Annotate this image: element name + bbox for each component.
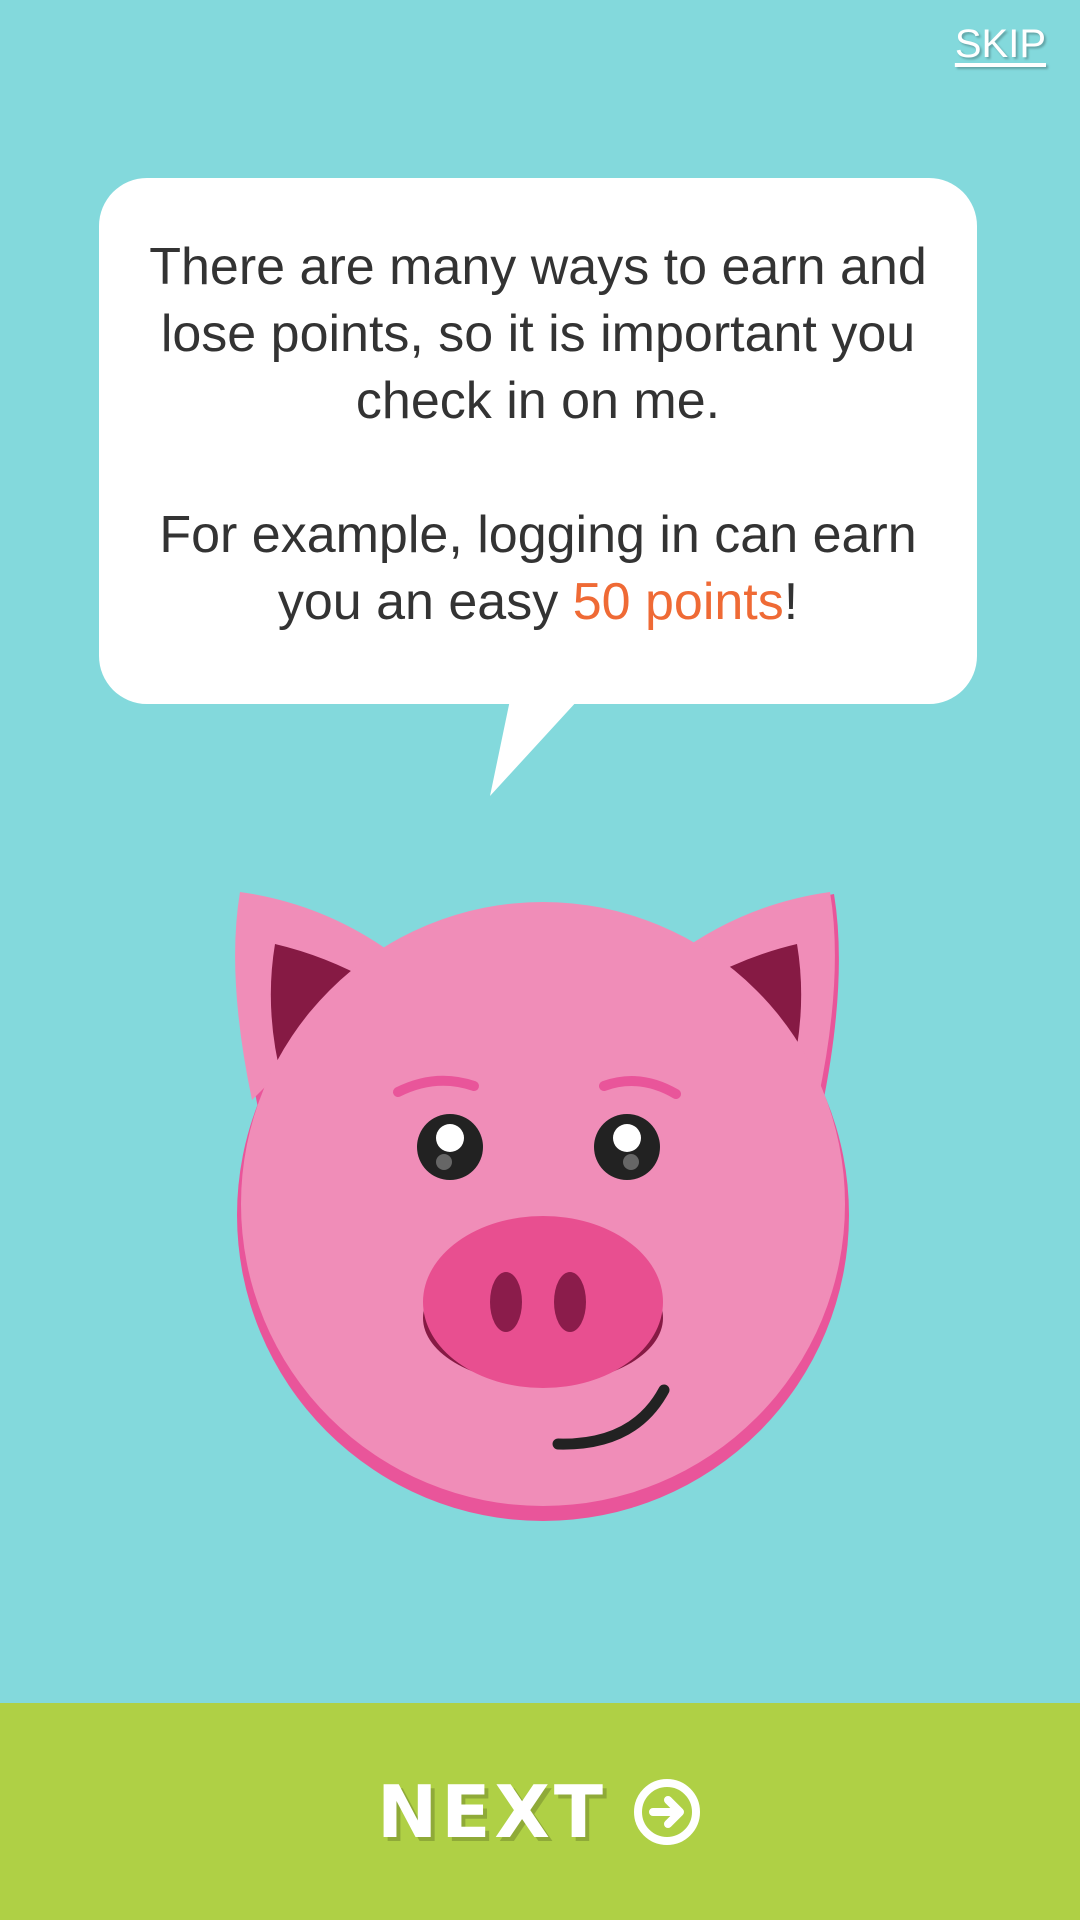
pig-left-eye: [417, 1114, 483, 1180]
next-button-label: NEXT: [376, 1769, 608, 1854]
pig-right-eyebrow: [599, 1076, 681, 1099]
pig-snout-shadow: [423, 1252, 663, 1384]
pig-right-ear: [674, 892, 839, 1108]
bubble-paragraph-2: For example, logging in can earn you an …: [139, 502, 937, 636]
arrow-right-circle-icon: [634, 1778, 701, 1845]
pig-right-nostril: [554, 1272, 586, 1332]
bubble-paragraph-2-end: !: [783, 573, 799, 631]
bubble-paragraph-1: There are many ways to earn and lose poi…: [149, 238, 927, 430]
pig-left-nostril: [490, 1272, 522, 1332]
pig-right-eye: [594, 1114, 660, 1180]
pig-head: [241, 902, 845, 1506]
pig-smile: [552, 1384, 670, 1450]
bubble-paragraph-2-text: For example, logging in can earn you an …: [159, 506, 917, 631]
skip-link[interactable]: SKIP: [955, 22, 1046, 67]
pig-head-shadow: [237, 909, 849, 1521]
speech-bubble: There are many ways to earn and lose poi…: [99, 178, 977, 704]
pig-left-eyebrow: [393, 1075, 479, 1097]
pig-snout: [423, 1216, 663, 1388]
next-button[interactable]: NEXT: [0, 1703, 1080, 1920]
points-highlight: 50 points: [572, 573, 784, 631]
pig-left-ear: [235, 892, 400, 1108]
